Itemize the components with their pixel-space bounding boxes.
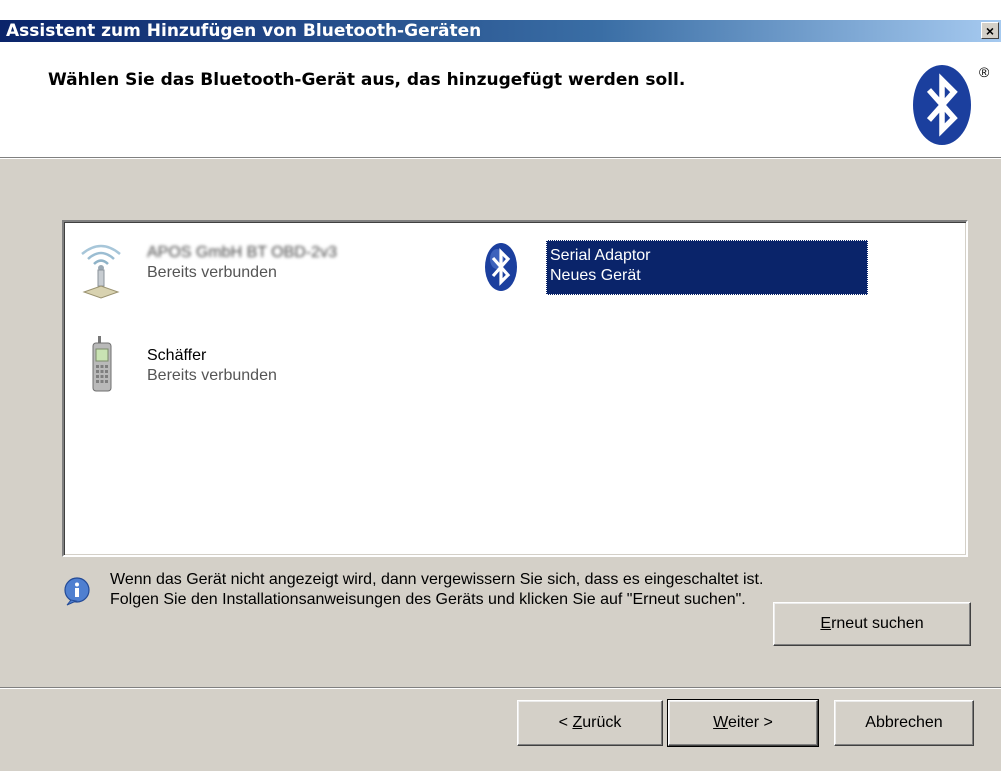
search-again-label: Erneut suchen: [820, 615, 924, 632]
device-status: Bereits verbunden: [147, 264, 277, 281]
device-status: Neues Gerät: [550, 267, 641, 284]
search-again-button[interactable]: Erneut suchen: [773, 602, 971, 646]
device-name: Serial Adaptor: [550, 247, 651, 264]
back-button[interactable]: < Zurück: [517, 700, 663, 746]
device-name: Schäffer: [147, 347, 207, 364]
mobile-phone-icon: [92, 336, 112, 392]
page-title: Wählen Sie das Bluetooth-Gerät aus, das …: [48, 70, 686, 90]
device-name: APOS GmbH BT OBD-2v3: [147, 244, 337, 261]
window-title: Assistent zum Hinzufügen von Bluetooth-G…: [6, 21, 482, 41]
network-access-point-icon: [81, 244, 121, 299]
info-icon: [64, 577, 90, 606]
close-button[interactable]: ×: [981, 22, 999, 39]
bluetooth-wizard-dialog: Assistent zum Hinzufügen von Bluetooth-G…: [0, 20, 1001, 771]
device-item-serial-adaptor[interactable]: Serial Adaptor Neues Gerät: [484, 240, 904, 300]
background-strip: [0, 0, 1001, 20]
bluetooth-logo-icon: [913, 65, 971, 145]
title-bar[interactable]: Assistent zum Hinzufügen von Bluetooth-G…: [0, 20, 1001, 42]
back-label: < Zurück: [558, 714, 622, 731]
wizard-header: Wählen Sie das Bluetooth-Gerät aus, das …: [0, 42, 1001, 158]
device-item-schaffer[interactable]: Schäffer Bereits verbunden: [78, 334, 438, 396]
device-list[interactable]: APOS GmbH BT OBD-2v3 Bereits verbunden S…: [62, 220, 968, 557]
device-status: Bereits verbunden: [147, 367, 277, 384]
device-item-access-point[interactable]: APOS GmbH BT OBD-2v3 Bereits verbunden: [78, 240, 438, 300]
next-button[interactable]: Weiter >: [667, 699, 819, 747]
next-label: Weiter >: [713, 714, 773, 731]
close-icon: ×: [985, 22, 995, 39]
button-separator: [0, 687, 1001, 689]
cancel-label: Abbrechen: [865, 714, 943, 731]
info-message: Wenn das Gerät nicht angezeigt wird, dan…: [110, 571, 764, 608]
cancel-button[interactable]: Abbrechen: [834, 700, 974, 746]
bluetooth-device-icon: [485, 243, 517, 291]
registered-mark: ®: [979, 64, 990, 80]
